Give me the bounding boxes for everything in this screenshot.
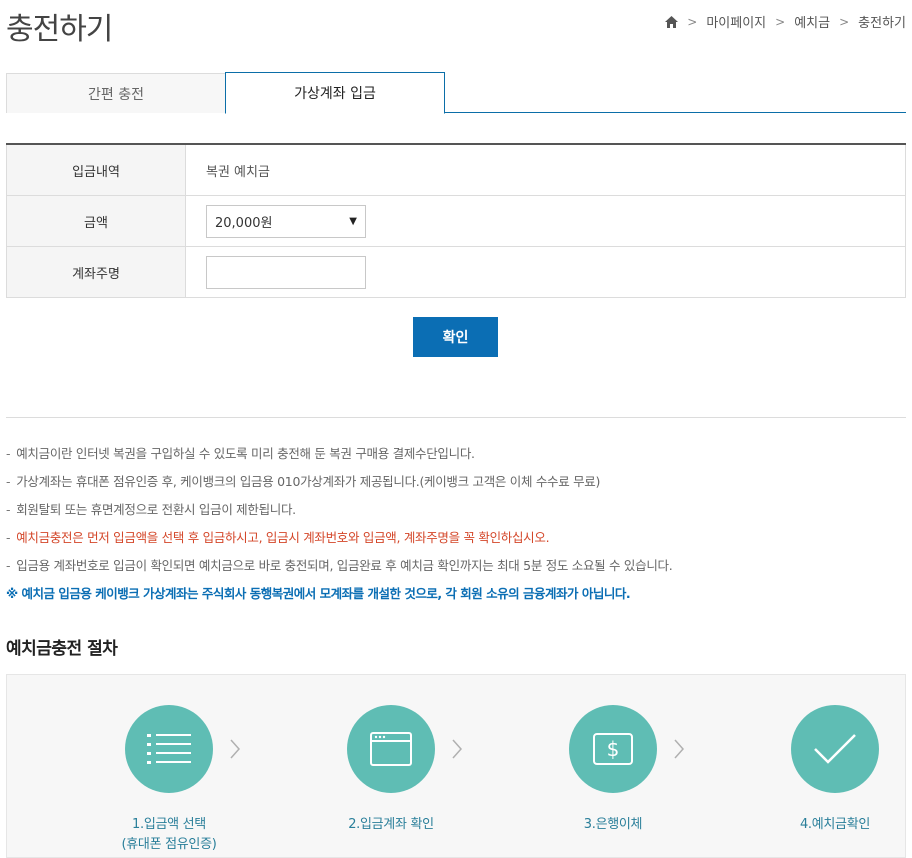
confirm-button[interactable]: 확인 (413, 317, 498, 357)
chevron-right-icon (451, 739, 463, 763)
amount-label: 금액 (6, 196, 186, 246)
section-divider (6, 417, 906, 418)
breadcrumb-separator: > (839, 14, 850, 29)
deposit-type-value: 복권 예치금 (186, 145, 906, 195)
notice-item-warning: - 예치금충전은 먼저 입금액을 선택 후 입금하시고, 입금시 계좌번호와 입금… (6, 530, 550, 545)
caret-down-icon: ▼ (349, 215, 357, 227)
form-row-deposit-type: 입금내역 복권 예치금 (6, 145, 906, 196)
breadcrumb-item-deposit[interactable]: 예치금 (794, 12, 830, 31)
step-check-account: 2.입금계좌 확인 (311, 705, 471, 835)
amount-selected-value: 20,000원 (215, 215, 273, 231)
notice-item: - 가상계좌는 휴대폰 점유인증 후, 케이뱅크의 입금용 010가상계좌가 제공… (6, 474, 601, 489)
dollar-icon: $ (569, 705, 657, 793)
notice-item: - 예치금이란 인터넷 복권을 구입하실 수 있도록 미리 충전해 둔 복권 구매… (6, 446, 475, 461)
notice-list: - 예치금이란 인터넷 복권을 구입하실 수 있도록 미리 충전해 둔 복권 구매… (6, 444, 911, 612)
tab-simple-charge[interactable]: 간편 충전 (6, 73, 226, 113)
breadcrumb-separator: > (687, 14, 698, 29)
chevron-right-icon (229, 739, 241, 763)
deposit-type-label: 입금내역 (6, 145, 186, 195)
amount-select[interactable]: 20,000원 ▼ (206, 204, 366, 238)
chevron-right-icon (673, 739, 685, 763)
notice-item: - 입금용 계좌번호로 입금이 확인되면 예치금으로 바로 충전되며, 입금완료 … (6, 558, 673, 573)
step-select-amount: 1.입금액 선택 (휴대폰 점유인증) (89, 705, 249, 855)
deposit-form: 입금내역 복권 예치금 금액 20,000원 ▼ 계좌주명 (6, 143, 906, 298)
tab-virtual-account[interactable]: 가상계좌 입금 (225, 72, 445, 114)
depositor-name-input[interactable] (206, 255, 366, 289)
step-label: 3.은행이체 (583, 817, 643, 832)
svg-text:$: $ (607, 737, 620, 761)
list-icon (125, 705, 213, 793)
step-label: 4.예치금확인 (799, 817, 871, 832)
window-icon (347, 705, 435, 793)
step-confirm-deposit: 4.예치금확인 (755, 705, 912, 835)
step-bank-transfer: $ 3.은행이체 (533, 705, 693, 835)
step-label: 1.입금액 선택 (132, 817, 206, 832)
procedure-steps: 1.입금액 선택 (휴대폰 점유인증) 2.입금계좌 확인 $ 3.은행이체 4… (6, 674, 906, 858)
notice-item: - 회원탈퇴 또는 휴면계정으로 전환시 입금이 제한됩니다. (6, 502, 296, 517)
depositor-label: 계좌주명 (6, 247, 186, 297)
breadcrumb-item-mypage[interactable]: 마이페이지 (706, 12, 766, 31)
form-row-depositor: 계좌주명 (6, 247, 906, 298)
breadcrumb: > 마이페이지 > 예치금 > 충전하기 (665, 12, 906, 31)
page-title: 충전하기 (6, 12, 113, 47)
checkmark-icon (791, 705, 879, 793)
step-sublabel: (휴대폰 점유인증) (121, 837, 217, 852)
notice-virtual-account: ※ 예치금 입금용 케이뱅크 가상계좌는 주식회사 동행복권에서 모계좌를 개설… (6, 586, 631, 601)
home-icon[interactable] (665, 15, 679, 28)
procedure-title: 예치금충전 절차 (6, 639, 118, 659)
step-label: 2.입금계좌 확인 (348, 817, 434, 832)
breadcrumb-item-charge[interactable]: 충전하기 (858, 12, 906, 31)
charge-tabs: 간편 충전 가상계좌 입금 (6, 72, 906, 114)
breadcrumb-separator: > (775, 14, 786, 29)
form-row-amount: 금액 20,000원 ▼ (6, 196, 906, 247)
